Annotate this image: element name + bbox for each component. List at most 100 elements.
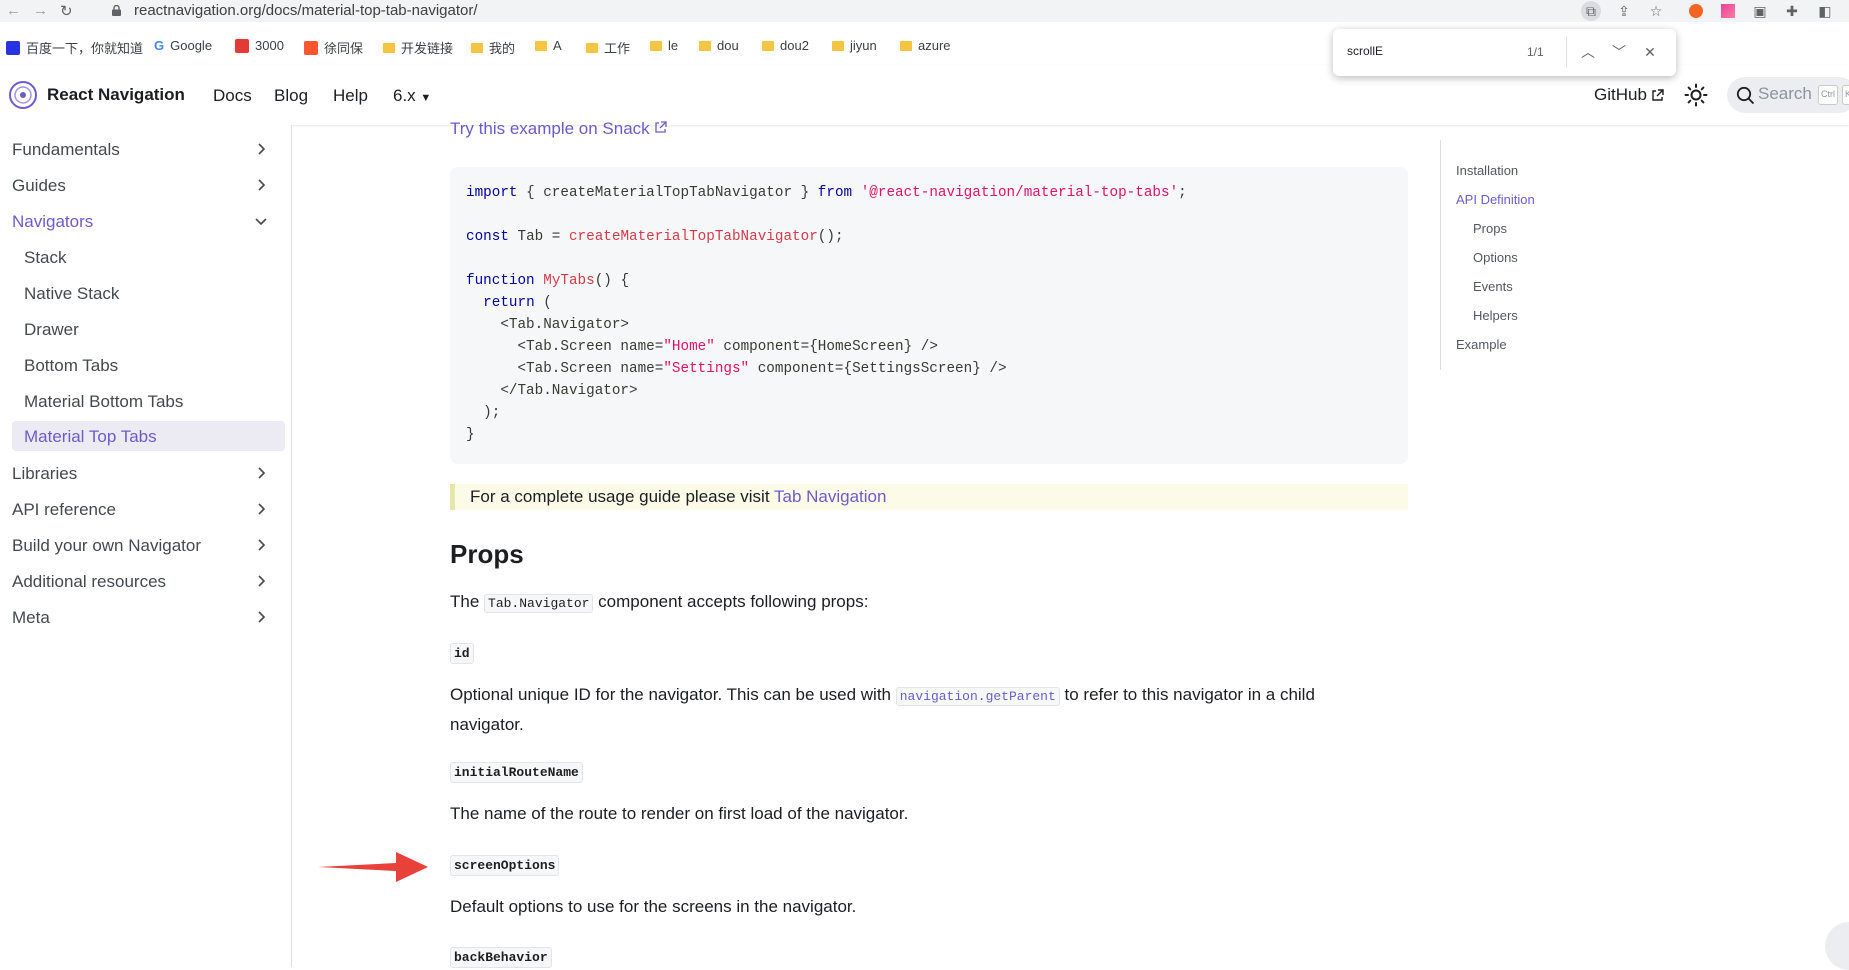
- bookmark-folder-dou2[interactable]: dou2: [762, 38, 809, 53]
- toc-item-example[interactable]: Example: [1456, 337, 1507, 352]
- sidebar-item-api-reference[interactable]: API reference: [0, 494, 285, 524]
- version-dropdown[interactable]: 6.x ▼: [393, 86, 431, 106]
- find-close-icon[interactable]: ✕: [1638, 40, 1662, 64]
- reload-icon[interactable]: ↻: [60, 2, 73, 20]
- get-parent-link[interactable]: navigation.getParent: [895, 687, 1060, 706]
- prop-initial-route-name: initialRouteName: [450, 762, 583, 783]
- prop-initial-route-description: The name of the route to render on first…: [450, 804, 909, 823]
- bookmark-folder-azure[interactable]: azure: [900, 38, 951, 53]
- scroll-to-top-button[interactable]: [1825, 922, 1849, 970]
- tab-navigation-link[interactable]: Tab Navigation: [774, 487, 886, 506]
- toc-item-options[interactable]: Options: [1473, 250, 1518, 265]
- bookmark-folder-dou[interactable]: dou: [699, 38, 739, 53]
- code-text: Tab =: [508, 229, 569, 245]
- folder-icon: [900, 40, 912, 51]
- find-previous-icon[interactable]: ︿: [1576, 40, 1600, 64]
- chevron-right-icon: [258, 575, 266, 587]
- nav-docs-link[interactable]: Docs: [213, 86, 252, 106]
- sidebar-item-label: Stack: [24, 248, 67, 267]
- find-divider: [1566, 37, 1567, 67]
- extension-pink-icon[interactable]: [1718, 1, 1738, 21]
- bookmark-folder-work[interactable]: 工作: [586, 38, 630, 57]
- find-next-icon[interactable]: ﹀: [1607, 40, 1631, 64]
- star-icon[interactable]: ☆: [1646, 1, 1666, 21]
- sidebar-item-fundamentals[interactable]: Fundamentals: [0, 134, 285, 164]
- folder-icon: [535, 40, 547, 51]
- sidebar-item-navigators[interactable]: Navigators: [0, 206, 285, 236]
- extension-orange-icon[interactable]: [1686, 1, 1706, 21]
- sidebar-item-label: Material Top Tabs: [24, 427, 157, 446]
- folder-icon: [650, 40, 662, 51]
- sidebar-item-bottom-tabs[interactable]: Bottom Tabs: [0, 350, 285, 380]
- code-text: <Tab.Screen name=: [466, 361, 664, 377]
- nav-blog-link[interactable]: Blog: [274, 86, 308, 106]
- docs-sidebar: Fundamentals Guides Navigators Stack Nat…: [0, 125, 292, 967]
- code-keyword: from: [817, 185, 853, 201]
- toc-item-api-definition[interactable]: API Definition: [1456, 192, 1535, 207]
- bookmark-folder-dev[interactable]: 开发链接: [383, 38, 453, 57]
- toc-item-helpers[interactable]: Helpers: [1473, 308, 1518, 323]
- chevron-right-icon: [258, 611, 266, 623]
- github-link[interactable]: GitHub: [1594, 85, 1664, 105]
- extension-gray-icon[interactable]: ▣: [1750, 1, 1770, 21]
- url-text: reactnavigation.org/docs/material-top-ta…: [134, 2, 478, 19]
- folder-icon: [762, 40, 774, 51]
- code-line-3: function MyTabs() {: [466, 273, 629, 289]
- bookmark-3000[interactable]: 3000: [235, 38, 284, 53]
- find-in-page-icon[interactable]: ⧉: [1581, 1, 1601, 21]
- folder-icon: [586, 42, 598, 53]
- sidebar-item-guides[interactable]: Guides: [0, 170, 285, 200]
- toc-item-props[interactable]: Props: [1473, 221, 1507, 236]
- code-string: '@react-navigation/material-top-tabs': [860, 185, 1179, 201]
- sidebar-item-native-stack[interactable]: Native Stack: [0, 278, 285, 308]
- sidepanel-icon[interactable]: ◧: [1815, 1, 1835, 21]
- bookmark-folder-jiyun[interactable]: jiyun: [832, 38, 877, 53]
- bookmark-folder-mine[interactable]: 我的: [471, 38, 515, 57]
- lock-icon: [112, 5, 121, 16]
- bookmark-google[interactable]: G Google: [154, 38, 212, 53]
- toc-item-events[interactable]: Events: [1473, 279, 1513, 294]
- site-title[interactable]: React Navigation: [47, 85, 185, 105]
- sidebar-item-label: Meta: [12, 608, 50, 627]
- toc-item-installation[interactable]: Installation: [1456, 163, 1518, 178]
- back-icon[interactable]: ←: [6, 2, 21, 19]
- code-line-10: }: [466, 427, 475, 443]
- kbd-ctrl: Ctrl: [1818, 85, 1838, 105]
- annotation-arrow-icon: [318, 852, 428, 882]
- nav-help-link[interactable]: Help: [333, 86, 368, 106]
- sidebar-item-libraries[interactable]: Libraries: [0, 458, 285, 488]
- bookmark-baidu[interactable]: 百度一下，你就知道: [6, 38, 143, 57]
- code-line-5: <Tab.Navigator>: [466, 317, 630, 333]
- callout-text: For a complete usage guide please visit …: [470, 487, 886, 507]
- sidebar-item-label: Bottom Tabs: [24, 356, 119, 375]
- try-on-snack-link[interactable]: Try this example on Snack: [450, 119, 668, 139]
- sidebar-item-additional-resources[interactable]: Additional resources: [0, 566, 285, 596]
- code-line-2: const Tab = createMaterialTopTabNavigato…: [466, 229, 844, 245]
- bookmark-csdn[interactable]: 徐同保: [304, 38, 363, 57]
- inline-code: Tab.Navigator: [484, 594, 594, 613]
- find-input[interactable]: [1347, 44, 1507, 58]
- sidebar-item-material-bottom-tabs[interactable]: Material Bottom Tabs: [0, 386, 285, 416]
- share-icon[interactable]: ⇪: [1614, 1, 1634, 21]
- code-text: component={SettingsScreen} />: [749, 361, 1007, 377]
- sidebar-item-drawer[interactable]: Drawer: [0, 314, 285, 344]
- code-block: import { createMaterialTopTabNavigator }…: [450, 167, 1408, 464]
- bookmark-folder-le[interactable]: le: [650, 38, 678, 53]
- sidebar-item-build-your-own-navigator[interactable]: Build your own Navigator: [0, 530, 285, 560]
- baidu-icon: [6, 40, 20, 55]
- sidebar-item-label: Additional resources: [12, 572, 167, 591]
- prop-id-name: id: [450, 643, 474, 664]
- bookmark-folder-a[interactable]: A: [535, 38, 562, 53]
- table-of-contents: Installation API Definition Props Option…: [1440, 140, 1640, 370]
- sidebar-item-stack[interactable]: Stack: [0, 242, 285, 272]
- extensions-puzzle-icon[interactable]: ✚: [1782, 1, 1802, 21]
- code-text: <Tab.Screen name=: [466, 339, 664, 355]
- sidebar-item-meta[interactable]: Meta: [0, 602, 285, 632]
- chevron-right-icon: [258, 503, 266, 515]
- sidebar-item-material-top-tabs[interactable]: Material Top Tabs: [12, 421, 285, 451]
- callout-label: For a complete usage guide please visit: [470, 487, 774, 506]
- code-line-9: );: [466, 405, 501, 421]
- react-navigation-logo-icon[interactable]: [8, 80, 38, 110]
- theme-toggle-sun-icon[interactable]: [1684, 83, 1708, 107]
- forward-icon[interactable]: →: [33, 2, 48, 19]
